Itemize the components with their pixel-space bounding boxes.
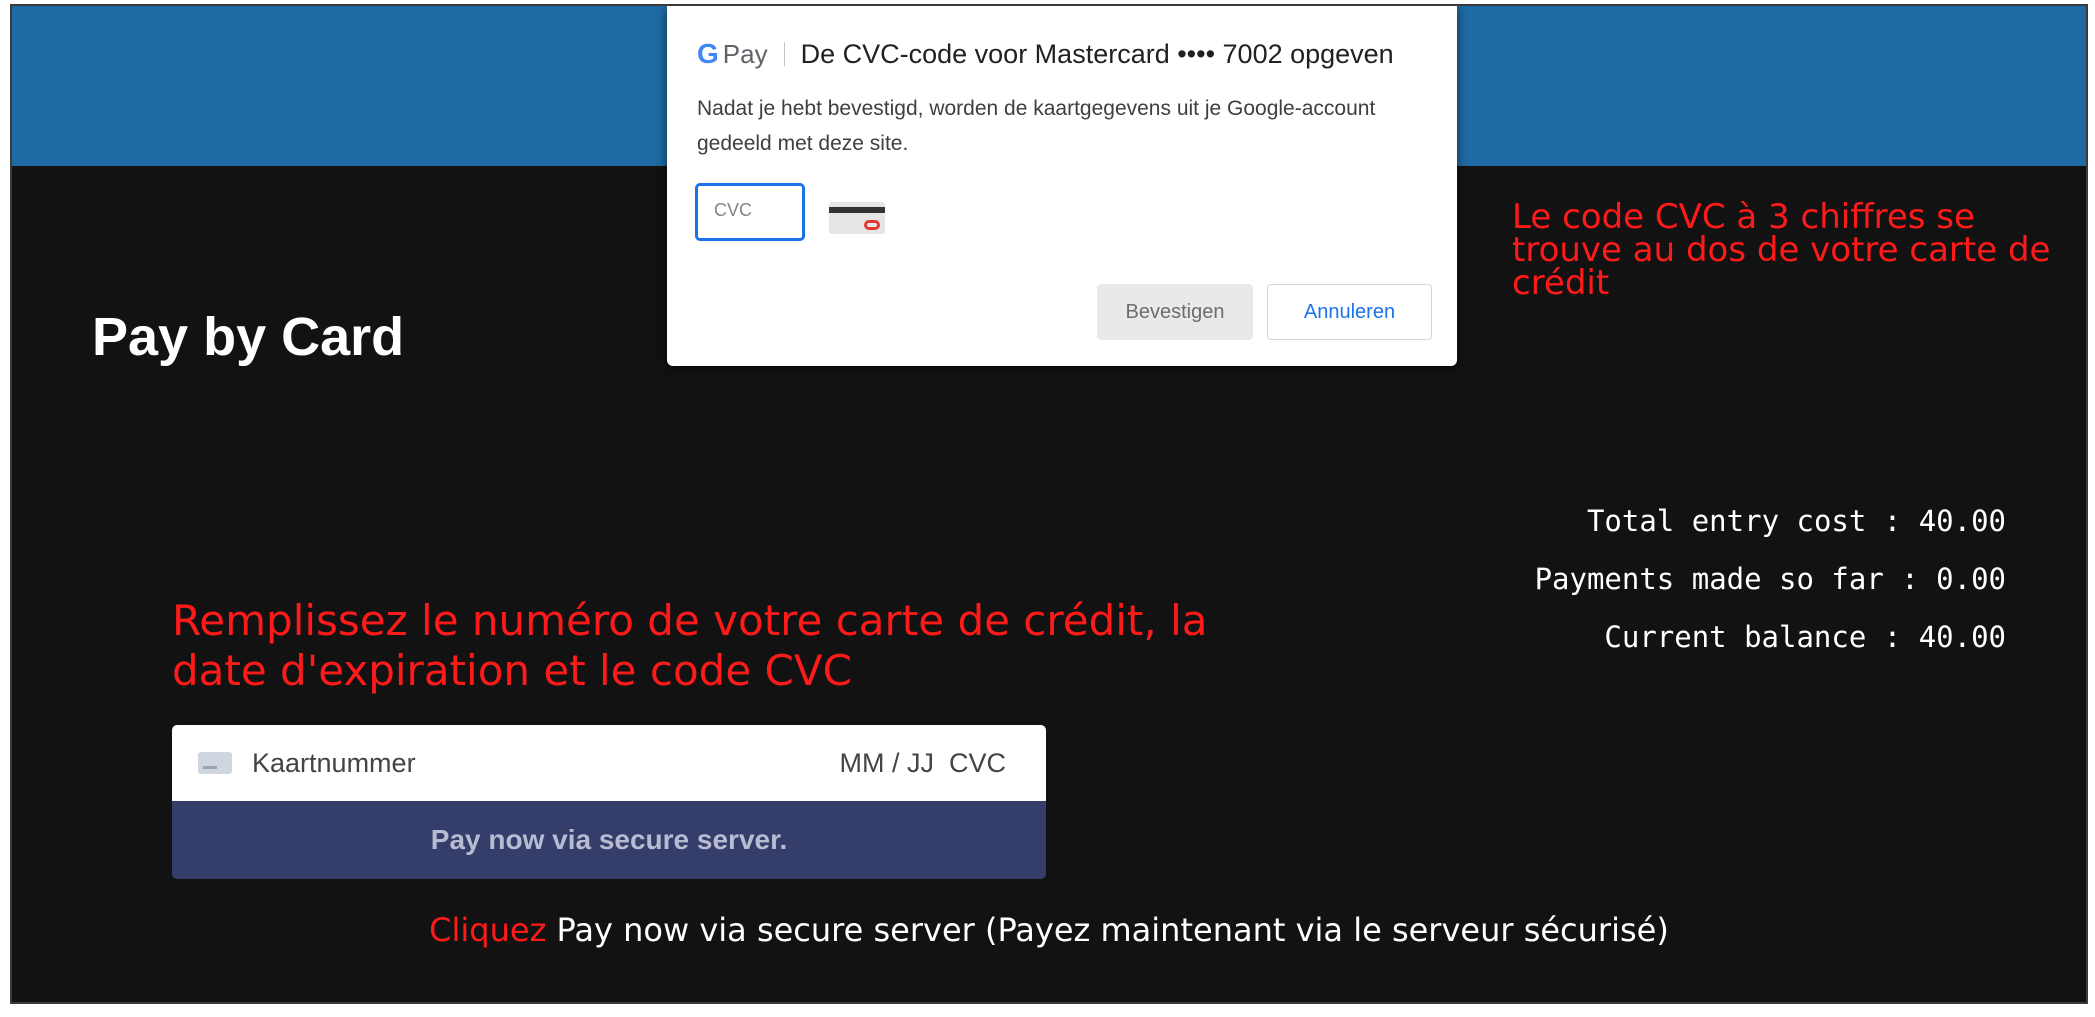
google-pay-label: Pay (722, 38, 768, 69)
cancel-button[interactable]: Annuleren (1267, 284, 1432, 340)
click-instruction-verb: Cliquez (429, 911, 547, 949)
click-instruction: Cliquez Pay now via secure server (Payez… (12, 911, 2086, 949)
dialog-header: G Pay De CVC-code voor Mastercard •••• 7… (697, 38, 1394, 70)
credit-card-icon (198, 752, 232, 774)
page-title: Pay by Card (92, 307, 405, 367)
card-payment-form: Kaartnummer MM / JJ CVC Pay now via secu… (172, 725, 1046, 879)
current-balance: Current balance : 40.00 (1604, 620, 2006, 654)
pay-now-button[interactable]: Pay now via secure server. (172, 801, 1046, 879)
google-pay-logo: G Pay (697, 38, 768, 70)
total-entry-cost: Total entry cost : 40.00 (1586, 504, 2006, 538)
click-instruction-text: Pay now via secure server (Payez mainten… (556, 911, 1669, 949)
dialog-title: De CVC-code voor Mastercard •••• 7002 op… (800, 38, 1394, 69)
gpay-cvc-dialog: G Pay De CVC-code voor Mastercard •••• 7… (667, 6, 1457, 366)
card-back-cvc-icon (829, 202, 885, 234)
card-magnetic-stripe (829, 207, 885, 213)
card-input-row[interactable]: Kaartnummer MM / JJ CVC (172, 725, 1046, 801)
header-divider (783, 42, 785, 66)
page-frame: Pay by Card Le code CVC à 3 chiffres se … (10, 4, 2088, 1004)
confirm-button[interactable]: Bevestigen (1097, 284, 1253, 340)
payments-made: Payments made so far : 0.00 (1534, 562, 2006, 596)
cvc-highlight-ring (864, 220, 880, 230)
cvc-hint-note: Le code CVC à 3 chiffres se trouve au do… (1512, 197, 2051, 303)
google-g-icon: G (697, 38, 719, 69)
fill-card-hint-note: Remplissez le numéro de votre carte de c… (172, 596, 1208, 695)
expiry-cvc-input[interactable]: MM / JJ CVC (840, 748, 1007, 779)
dialog-description: Nadat je hebt bevestigd, worden de kaart… (697, 97, 1376, 155)
payment-summary: Total entry cost : 40.00 Payments made s… (1535, 501, 2006, 675)
cvc-input[interactable]: CVC (695, 183, 805, 241)
card-number-input[interactable]: Kaartnummer (252, 748, 840, 779)
